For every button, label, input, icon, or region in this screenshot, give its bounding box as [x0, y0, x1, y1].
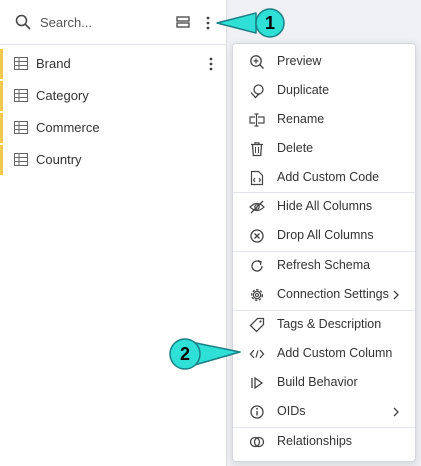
table-item-label: Category: [36, 88, 89, 103]
layout-toggle-icon[interactable]: [176, 16, 190, 28]
menu-item-relationships[interactable]: Relationships: [233, 428, 415, 456]
menu-item-build-behavior[interactable]: Build Behavior: [233, 369, 415, 397]
code-file-icon: [250, 170, 264, 186]
gear-icon: [251, 289, 263, 301]
duplicate-icon: [250, 84, 264, 99]
code-brackets-icon: [249, 349, 265, 359]
table-icon: [14, 57, 28, 70]
search-icon: [15, 14, 31, 30]
menu-item-duplicate[interactable]: Duplicate: [233, 77, 415, 105]
search-bar: [0, 0, 226, 45]
menu-item-tags-description[interactable]: Tags & Description: [233, 311, 415, 339]
behavior-icon: [251, 376, 264, 390]
menu-item-preview[interactable]: Preview: [233, 48, 415, 76]
context-menu: Preview Duplicate Rename Delete Add Cust…: [232, 43, 416, 462]
table-item-label: Commerce: [36, 120, 100, 135]
search-input[interactable]: [40, 12, 160, 32]
callout-2: 2: [169, 338, 241, 370]
table-item-category[interactable]: Category: [0, 81, 229, 111]
relationships-icon: [249, 436, 265, 448]
menu-item-add-custom-column[interactable]: Add Custom Column: [233, 340, 415, 368]
table-icon: [14, 153, 28, 166]
trash-icon: [251, 142, 263, 157]
more-options-icon[interactable]: [206, 55, 216, 73]
table-item-label: Country: [36, 152, 82, 167]
menu-item-add-custom-code[interactable]: Add Custom Code: [233, 164, 415, 192]
circle-x-icon: [250, 229, 264, 243]
zoom-in-icon: [250, 55, 264, 69]
info-icon: [250, 405, 264, 419]
menu-item-oids[interactable]: OIDs: [233, 398, 415, 426]
callout-2-label: 2: [180, 344, 190, 364]
table-icon: [14, 89, 28, 102]
callout-1: 1: [216, 8, 285, 38]
chevron-right-icon: [393, 407, 399, 417]
menu-item-hide-all-columns[interactable]: Hide All Columns: [233, 193, 415, 221]
callout-1-label: 1: [265, 13, 275, 33]
table-item-label: Brand: [36, 56, 71, 71]
table-item-country[interactable]: Country: [0, 145, 229, 175]
menu-item-refresh-schema[interactable]: Refresh Schema: [233, 252, 415, 280]
menu-item-drop-all-columns[interactable]: Drop All Columns: [233, 222, 415, 250]
menu-item-delete[interactable]: Delete: [233, 135, 415, 163]
refresh-icon: [251, 259, 263, 272]
rename-icon: [249, 113, 265, 127]
more-options-icon[interactable]: [203, 14, 213, 32]
menu-item-rename[interactable]: Rename: [233, 106, 415, 134]
eye-off-icon: [249, 200, 265, 214]
table-item-commerce[interactable]: Commerce: [0, 113, 229, 143]
tag-icon: [249, 317, 265, 333]
chevron-right-icon: [393, 290, 399, 300]
menu-item-connection-settings[interactable]: Connection Settings: [233, 281, 415, 309]
tables-panel: Brand Category Commerce Country: [0, 0, 227, 466]
table-item-brand[interactable]: Brand: [0, 49, 229, 79]
table-icon: [14, 121, 28, 134]
